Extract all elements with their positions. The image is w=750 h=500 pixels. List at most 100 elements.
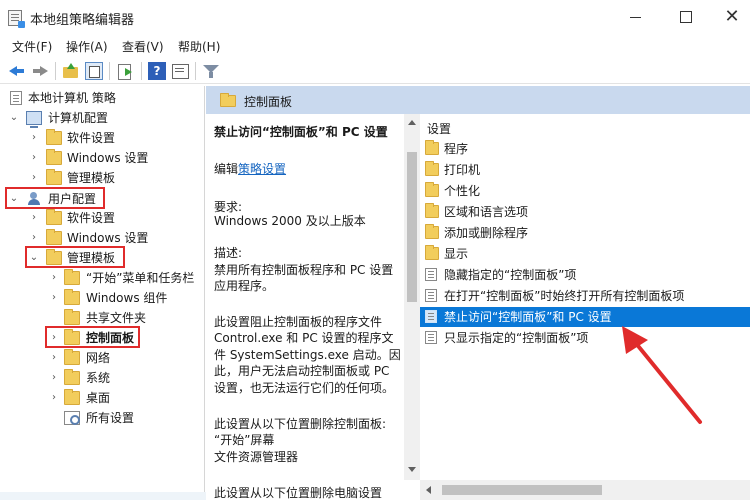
folder-icon	[46, 209, 62, 225]
tree-node-root[interactable]: 本地计算机 策略	[0, 88, 204, 108]
up-folder-icon[interactable]	[62, 62, 80, 80]
tree-node-computer-config[interactable]: ⌄ 计算机配置	[0, 108, 204, 128]
list-item[interactable]: 打印机	[420, 160, 750, 180]
chevron-right-icon[interactable]: ›	[28, 228, 40, 248]
chevron-right-icon[interactable]: ›	[28, 128, 40, 148]
chevron-right-icon[interactable]: ›	[28, 148, 40, 168]
tree-node-user-windows[interactable]: › Windows 设置	[0, 228, 204, 248]
list-item-label: 添加或删除程序	[444, 226, 529, 240]
tree-node-windows-components[interactable]: › Windows 组件	[0, 288, 204, 308]
menu-view[interactable]: 查看(V)	[122, 38, 164, 55]
computer-icon	[26, 111, 42, 128]
list-horizontal-scrollbar[interactable]	[420, 480, 750, 500]
description-text: “开始”屏幕	[214, 433, 275, 447]
description-text: 应用程序。	[214, 279, 275, 293]
description-text: 件 SystemSettings.exe 启动。因	[214, 348, 401, 362]
tree-node-label: Windows 设置	[67, 151, 149, 165]
policy-setting-icon	[425, 289, 437, 302]
tree-node-label: 计算机配置	[48, 111, 109, 125]
scroll-down-icon[interactable]	[408, 467, 416, 472]
edit-line: 编辑策略设置	[214, 160, 286, 177]
chevron-right-icon[interactable]: ›	[28, 168, 40, 188]
list-item-label: 隐藏指定的“控制面板”项	[444, 268, 577, 282]
all-settings-icon	[64, 411, 80, 425]
folder-icon	[64, 349, 80, 365]
list-item[interactable]: 区域和语言选项	[420, 202, 750, 222]
menu-help[interactable]: 帮助(H)	[178, 38, 220, 55]
folder-icon	[425, 182, 439, 197]
scroll-thumb[interactable]	[442, 485, 602, 495]
navigation-tree: 本地计算机 策略 ⌄ 计算机配置 › 软件设置 › Windows 设置 › 管…	[0, 86, 205, 500]
list-item-label: 打印机	[444, 163, 481, 177]
show-tree-icon[interactable]	[85, 62, 103, 80]
scroll-up-icon[interactable]	[408, 120, 416, 125]
tree-node-label: “开始”菜单和任务栏	[86, 271, 195, 285]
list-item-label: 程序	[444, 142, 469, 156]
back-arrow-icon[interactable]	[8, 62, 26, 80]
menu-file[interactable]: 文件(F)	[12, 38, 52, 55]
close-button[interactable]: ✕	[718, 6, 746, 28]
folder-icon	[46, 169, 62, 185]
tree-node-user-software[interactable]: › 软件设置	[0, 208, 204, 228]
tree-node-desktop[interactable]: › 桌面	[0, 388, 204, 408]
edit-policy-link[interactable]: 策略设置	[238, 162, 286, 176]
toolbar-separator	[141, 62, 142, 80]
menu-bar: 文件(F) 操作(A) 查看(V) 帮助(H)	[0, 34, 750, 56]
tree-node-shared-folders[interactable]: 共享文件夹	[0, 308, 204, 328]
tree-node-computer-admin[interactable]: › 管理模板	[0, 168, 204, 188]
properties-icon[interactable]	[171, 62, 189, 80]
list-item[interactable]: 在打开“控制面板”时始终打开所有控制面板项	[420, 286, 750, 306]
toolbar: ?	[0, 57, 750, 84]
description-text: 文件资源管理器	[214, 450, 299, 464]
tree-node-start-menu[interactable]: › “开始”菜单和任务栏	[0, 268, 204, 288]
list-item[interactable]: 显示	[420, 244, 750, 264]
chevron-right-icon[interactable]: ›	[48, 288, 60, 308]
export-list-icon[interactable]	[116, 62, 134, 80]
tree-node-label: 系统	[86, 371, 111, 385]
list-item[interactable]: 隐藏指定的“控制面板”项	[420, 265, 750, 285]
policy-editor-app-icon	[8, 10, 25, 28]
chevron-down-icon[interactable]: ⌄	[8, 108, 20, 128]
chevron-right-icon[interactable]: ›	[48, 368, 60, 388]
forward-arrow-icon[interactable]	[31, 62, 49, 80]
content-header-title: 控制面板	[244, 95, 293, 109]
list-item-label: 禁止访问“控制面板”和 PC 设置	[444, 310, 612, 324]
help-icon[interactable]: ?	[148, 62, 166, 80]
chevron-right-icon[interactable]: ›	[48, 348, 60, 368]
requirements-value: Windows 2000 及以上版本	[214, 214, 366, 228]
scroll-left-icon[interactable]	[426, 486, 431, 494]
policy-setting-icon	[425, 268, 437, 281]
tree-node-all-settings[interactable]: 所有设置	[0, 408, 204, 428]
chevron-right-icon[interactable]: ›	[28, 208, 40, 228]
tree-node-computer-windows[interactable]: › Windows 设置	[0, 148, 204, 168]
tree-node-label: 软件设置	[67, 211, 116, 225]
chevron-right-icon[interactable]: ›	[48, 388, 60, 408]
minimize-button[interactable]	[622, 6, 650, 28]
description-text: 禁用所有控制面板程序和 PC 设置	[214, 263, 394, 277]
toolbar-separator	[109, 62, 110, 80]
column-header-setting[interactable]: 设置	[427, 120, 451, 137]
menu-action[interactable]: 操作(A)	[66, 38, 108, 55]
chevron-right-icon[interactable]: ›	[48, 268, 60, 288]
description-label: 描述:	[214, 246, 243, 260]
folder-icon	[64, 309, 80, 325]
tree-node-computer-software[interactable]: › 软件设置	[0, 128, 204, 148]
tree-node-network[interactable]: › 网络	[0, 348, 204, 368]
list-item-label: 只显示指定的“控制面板”项	[444, 331, 589, 345]
list-item[interactable]: 程序	[420, 139, 750, 159]
filter-icon[interactable]	[202, 62, 220, 80]
tree-node-system[interactable]: › 系统	[0, 368, 204, 388]
folder-icon	[425, 203, 439, 218]
description-scrollbar[interactable]	[404, 114, 420, 480]
folder-icon	[425, 140, 439, 155]
description-text: Control.exe 和 PC 设置的程序文	[214, 331, 394, 345]
list-item[interactable]: 添加或删除程序	[420, 223, 750, 243]
status-strip	[0, 492, 206, 500]
list-item-label: 显示	[444, 247, 469, 261]
folder-icon	[46, 229, 62, 245]
list-item[interactable]: 个性化	[420, 181, 750, 201]
toolbar-separator	[55, 62, 56, 80]
annotation-arrow-shaft	[628, 334, 702, 424]
maximize-button[interactable]	[672, 6, 700, 28]
scroll-thumb[interactable]	[407, 152, 417, 302]
